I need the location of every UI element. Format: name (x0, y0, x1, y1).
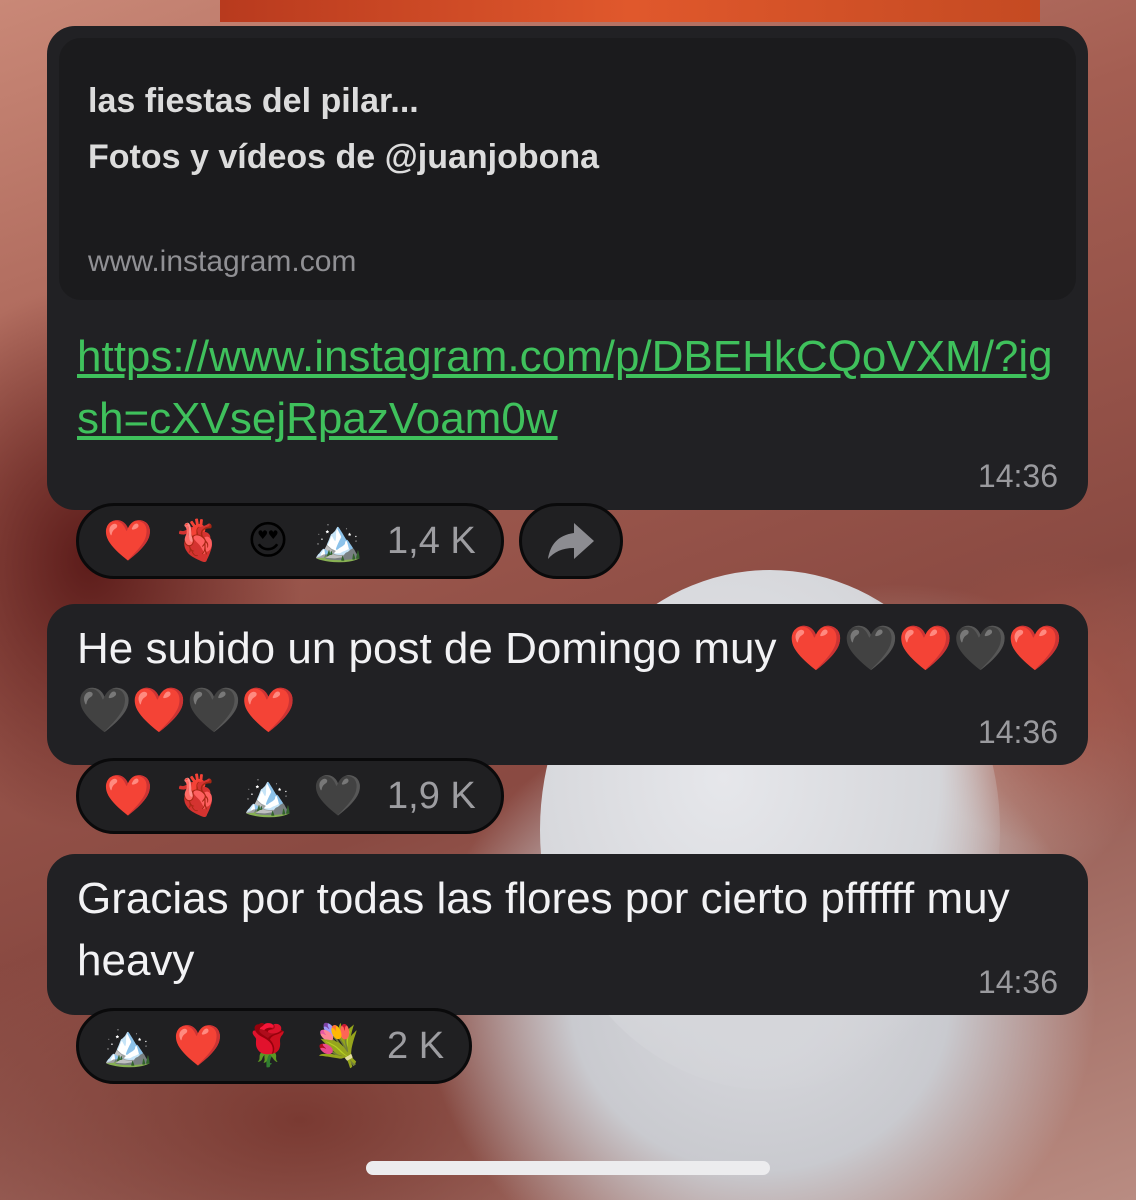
message-link[interactable]: https://www.instagram.com/p/DBEHkCQoVXM/… (77, 326, 1067, 450)
reaction-bouquet-icon[interactable]: 💐 (313, 1026, 363, 1066)
reaction-anatomical-heart-icon[interactable]: 🫀 (173, 521, 223, 561)
reaction-heart-icon[interactable]: ❤️ (103, 521, 153, 561)
reaction-mountain-icon[interactable]: 🏔️ (243, 776, 293, 816)
link-preview-card[interactable]: las fiestas del pilar... Fotos y vídeos … (59, 38, 1076, 300)
message-timestamp: 14:36 (977, 714, 1058, 750)
reaction-mountain-icon[interactable]: 🏔️ (103, 1026, 153, 1066)
link-preview-domain: www.instagram.com (88, 245, 357, 278)
reaction-count: 2 K (387, 1024, 445, 1067)
message-bubble-link[interactable]: las fiestas del pilar... Fotos y vídeos … (47, 26, 1088, 510)
chat-screen: las fiestas del pilar... Fotos y vídeos … (0, 0, 1136, 1200)
message-text: Gracias por todas las flores por cierto … (77, 874, 1010, 985)
reactions-bar[interactable]: ❤️ 🫀 🏔️ 🖤 1,9 K (76, 758, 504, 834)
link-preview-subtitle: Fotos y vídeos de @juanjobona (88, 138, 600, 176)
share-button[interactable] (519, 503, 623, 579)
reaction-count: 1,4 K (387, 519, 476, 562)
link-preview-title: las fiestas del pilar... (88, 82, 419, 120)
message-timestamp: 14:36 (977, 458, 1058, 494)
message-bubble-text[interactable]: He subido un post de Domingo muy ❤️🖤❤️🖤❤… (47, 604, 1088, 765)
message-text: He subido un post de Domingo muy ❤️🖤❤️🖤❤… (77, 624, 1063, 735)
reaction-rose-icon[interactable]: 🌹 (243, 1026, 293, 1066)
message-timestamp: 14:36 (977, 964, 1058, 1000)
reactions-bar[interactable]: 🏔️ ❤️ 🌹 💐 2 K (76, 1008, 472, 1084)
message-bubble-text[interactable]: Gracias por todas las flores por cierto … (47, 854, 1088, 1015)
share-arrow-icon (548, 523, 594, 559)
reaction-mountain-icon[interactable]: 🏔️ (313, 521, 363, 561)
reaction-count: 1,9 K (387, 774, 476, 817)
reactions-bar[interactable]: ❤️ 🫀 😍 🏔️ 1,4 K (76, 503, 504, 579)
reaction-heart-icon[interactable]: ❤️ (103, 776, 153, 816)
home-indicator[interactable] (366, 1161, 770, 1175)
reaction-black-heart-icon[interactable]: 🖤 (313, 776, 363, 816)
reaction-heart-icon[interactable]: ❤️ (173, 1026, 223, 1066)
reaction-heart-eyes-icon[interactable]: 😍 (243, 521, 293, 561)
reaction-anatomical-heart-icon[interactable]: 🫀 (173, 776, 223, 816)
background-photo-detail (220, 0, 1040, 22)
